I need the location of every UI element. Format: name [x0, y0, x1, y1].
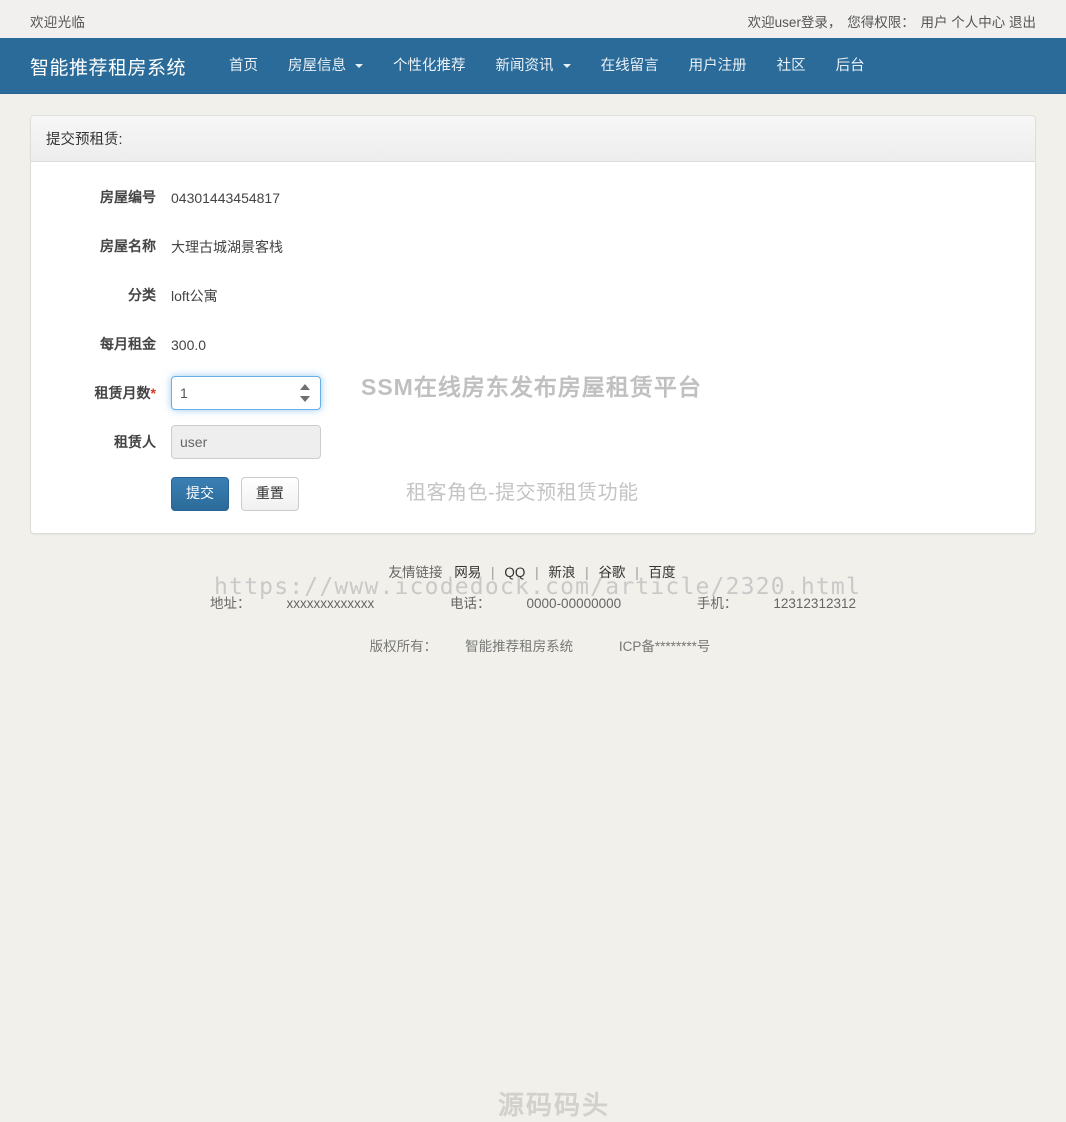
nav-item-news[interactable]: 新闻资讯 [481, 38, 586, 94]
panel-heading: 提交预租赁: [31, 116, 1035, 162]
welcome-text: 欢迎光临 [30, 15, 86, 30]
mobile-item: 手机： 12312312312 [679, 596, 874, 611]
user-session-info: 欢迎user登录， 您得权限： 用户 个人中心 退出 [746, 11, 1036, 31]
spinner-up-icon[interactable] [300, 384, 310, 390]
logout-link[interactable]: 退出 [1009, 15, 1036, 30]
label-rent-months: 租赁月数* [46, 383, 171, 403]
panel-body: 房屋编号 04301443454817 房屋名称 大理古城湖景客栈 分类 lof… [31, 162, 1035, 533]
copyright-value: 智能推荐租房系统 [465, 638, 574, 654]
nav-label: 社区 [776, 58, 806, 74]
copyright-label: 版权所有： [369, 638, 438, 654]
label-category: 分类 [128, 287, 156, 303]
value-category: loft公寓 [171, 287, 218, 304]
copyright-item: 版权所有： 智能推荐租房系统 [356, 639, 588, 654]
nav-item-home[interactable]: 首页 [214, 38, 273, 94]
mobile-value: 12312312312 [773, 595, 856, 611]
link-separator: | [535, 564, 539, 580]
form-row-rent-months: 租赁月数* [46, 376, 1020, 410]
form-row-renter: 租赁人 [46, 425, 1020, 459]
rent-months-field-wrap [171, 376, 321, 410]
permission-label: 您得权限： [847, 15, 915, 30]
value-house-id: 04301443454817 [171, 189, 281, 206]
phone-label: 电话： [450, 595, 491, 611]
nav-label: 在线留言 [600, 58, 659, 74]
label-text: 租赁月数 [94, 385, 151, 401]
form-actions: 提交 重置 [46, 477, 1020, 511]
contact-row: 地址： xxxxxxxxxxxxx 电话： 0000-00000000 手机： 123… [30, 593, 1036, 615]
phone-item: 电话： 0000-00000000 [432, 596, 639, 611]
address-value: xxxxxxxxxxxxx [286, 595, 375, 611]
label-house-id: 房屋编号 [100, 189, 156, 205]
form-row-category: 分类 loft公寓 [46, 278, 1020, 312]
profile-center-link[interactable]: 个人中心 [951, 15, 1005, 30]
spinner-down-icon[interactable] [300, 396, 310, 402]
nav-links: 首页 房屋信息 个性化推荐 新闻资讯 在线留言 用户注册 社区 后台 [214, 38, 880, 94]
site-brand[interactable]: 智能推荐租房系统 [30, 53, 186, 80]
icp-number: ICP备********号 [618, 638, 711, 654]
address-item: 地址： xxxxxxxxxxxxx [192, 596, 392, 611]
label-renter: 租赁人 [114, 434, 156, 450]
friend-links-label: 友情链接 [388, 564, 443, 580]
main-navbar: 智能推荐租房系统 首页 房屋信息 个性化推荐 新闻资讯 在线留言 用户注册 社区… [0, 38, 1066, 94]
label-monthly-rent: 每月租金 [100, 336, 156, 352]
friend-link-baidu[interactable]: 百度 [646, 565, 677, 580]
friend-link-163[interactable]: 网易 [452, 565, 483, 580]
form-row-monthly-rent: 每月租金 300.0 [46, 327, 1020, 361]
permission-value: 用户 [920, 15, 948, 30]
nav-label: 后台 [835, 58, 865, 74]
friend-link-sina[interactable]: 新浪 [546, 565, 577, 580]
form-row-house-name: 房屋名称 大理古城湖景客栈 [46, 229, 1020, 263]
nav-item-personalized-recommend[interactable]: 个性化推荐 [378, 38, 481, 94]
address-label: 地址： [210, 595, 251, 611]
link-separator: | [491, 564, 495, 580]
nav-item-user-register[interactable]: 用户注册 [674, 38, 762, 94]
renter-input[interactable] [171, 425, 321, 459]
friend-link-qq[interactable]: QQ [502, 565, 527, 580]
watermark-site-logo: 源码码头 [498, 1089, 611, 1120]
nav-item-house-info[interactable]: 房屋信息 [273, 38, 378, 94]
value-house-name: 大理古城湖景客栈 [171, 238, 283, 255]
reset-button[interactable]: 重置 [240, 477, 299, 511]
label-house-name: 房屋名称 [100, 238, 156, 254]
mobile-label: 手机： [696, 595, 738, 611]
nav-label: 个性化推荐 [393, 58, 466, 74]
friend-links-row: 友情链接 网易 | QQ | 新浪 | 谷歌 | 百度 [30, 562, 1036, 584]
page-container: 提交预租赁: 房屋编号 04301443454817 房屋名称 大理古城湖景客栈… [30, 115, 1036, 1120]
nav-item-online-message[interactable]: 在线留言 [586, 38, 674, 94]
pre-rental-panel: 提交预租赁: 房屋编号 04301443454817 房屋名称 大理古城湖景客栈… [30, 115, 1036, 600]
nav-label: 首页 [229, 58, 259, 74]
chevron-down-icon [562, 64, 571, 69]
link-separator: | [635, 564, 639, 580]
value-monthly-rent: 300.0 [171, 336, 207, 353]
nav-label: 用户注册 [688, 58, 747, 74]
phone-value: 0000-00000000 [526, 595, 622, 611]
form-row-house-id: 房屋编号 04301443454817 [46, 180, 1020, 214]
chevron-down-icon [355, 64, 364, 69]
copyright-row: 版权所有： 智能推荐租房系统 ICP备********号 [30, 635, 1036, 655]
page-footer: 友情链接 网易 | QQ | 新浪 | 谷歌 | 百度 地址： xxxxxxxxx… [30, 534, 1036, 1120]
top-utility-bar: 欢迎光临 欢迎user登录， 您得权限： 用户 个人中心 退出 [0, 0, 1066, 38]
number-spinner[interactable] [300, 383, 311, 403]
submit-button[interactable]: 提交 [171, 477, 229, 511]
nav-label: 房屋信息 [288, 58, 347, 74]
required-asterisk: * [150, 385, 156, 401]
nav-item-community[interactable]: 社区 [762, 38, 821, 94]
login-greeting: 欢迎user登录， [747, 15, 842, 30]
nav-label: 新闻资讯 [495, 58, 554, 74]
rent-months-input[interactable] [171, 376, 321, 410]
nav-item-admin[interactable]: 后台 [821, 38, 880, 94]
friend-link-google[interactable]: 谷歌 [596, 565, 627, 580]
link-separator: | [585, 564, 589, 580]
